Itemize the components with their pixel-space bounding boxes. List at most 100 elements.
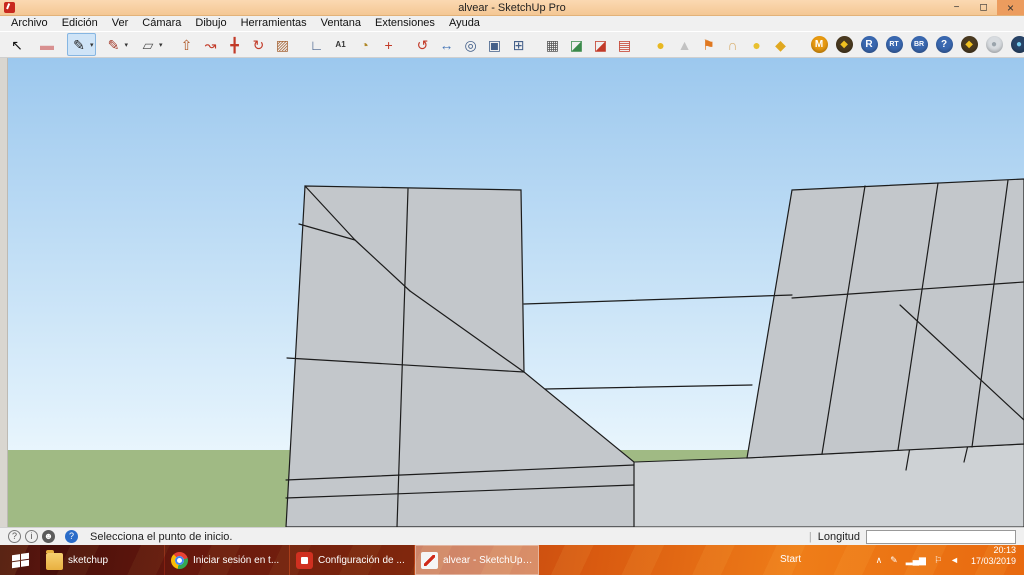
windows-logo-icon (11, 552, 29, 568)
start-button[interactable] (0, 545, 40, 575)
rectangle-tool[interactable]: ▱ ▾ (136, 33, 165, 56)
window-controls: − ◻ × (943, 0, 1024, 15)
plugin-m-button-icon: M (810, 36, 828, 53)
line-tool[interactable]: ✎ ▾ (67, 33, 96, 56)
measurement-label: Longitud (817, 530, 860, 543)
help-circle-icon[interactable]: ? (8, 530, 21, 543)
tray-signal-icon[interactable]: ▂▄▆ (906, 555, 926, 565)
plugin-flag-button[interactable]: ⚑ (697, 33, 721, 56)
tape-measure-tool[interactable]: ∟ (305, 33, 329, 56)
restore-button[interactable]: ◻ (970, 0, 997, 15)
zoom-extents-tool[interactable]: ⊞ (507, 33, 531, 56)
user-circle-icon[interactable]: ☻ (42, 530, 55, 543)
orbit-tool[interactable]: ↺ (411, 33, 435, 56)
scale-tool[interactable]: ▨ (271, 33, 295, 56)
section-display-toggle[interactable]: ◪ (589, 33, 613, 56)
statusbar-icons: ? i ☻? (8, 530, 78, 543)
plugin-diamond-button-2[interactable]: ◆ (957, 33, 982, 56)
freehand-tool[interactable]: ✎ ▾ (102, 33, 131, 56)
info-circle-icon[interactable]: i (25, 530, 38, 543)
viewport-left-gutter (0, 58, 8, 527)
menu-extensiones[interactable]: Extensiones (368, 16, 442, 31)
tray-pen-icon[interactable]: ✎ (890, 555, 898, 565)
sketchup-logo-icon (4, 2, 15, 13)
taskbar-item-sketchup-folder[interactable]: sketchup (40, 545, 164, 575)
plugin-coin-button-icon: ● (752, 36, 761, 53)
tray-volume-icon[interactable]: ◄ (950, 555, 959, 565)
plugin-rt-button[interactable]: RT (882, 33, 907, 56)
taskbar-item-sketchup-app[interactable]: alvear - SketchUp ... (415, 545, 539, 575)
minimize-button[interactable]: − (943, 0, 970, 15)
plugin-globe-button[interactable]: ● (982, 33, 1007, 56)
zoom-window-tool-icon: ▣ (487, 36, 502, 53)
pushpull-tool[interactable]: ⇧ (175, 33, 199, 56)
menu-herramientas[interactable]: Herramientas (234, 16, 314, 31)
followme-tool[interactable]: ↝ (199, 33, 223, 56)
plugin-cone-button[interactable]: ▲ (673, 33, 697, 56)
tray-chevron-up-icon[interactable]: ∧ (876, 555, 883, 565)
plugin-flag-button-icon: ⚑ (702, 36, 715, 53)
menu-ventana[interactable]: Ventana (314, 16, 368, 31)
scale-tool-icon: ▨ (275, 36, 290, 53)
axes-tool[interactable]: + (377, 33, 401, 56)
taskbar-clock[interactable]: 20:13 17/03/2019 (971, 545, 1016, 575)
plugin-world-button[interactable]: ● (1007, 33, 1024, 56)
viewport-canvas[interactable] (0, 58, 1024, 527)
protractor-tool[interactable]: ◔ (353, 33, 377, 56)
rotate-tool[interactable]: ↻ (247, 33, 271, 56)
plugin-help-button[interactable]: ? (932, 33, 957, 56)
taskbar-item-label: alvear - SketchUp ... (443, 554, 533, 566)
plugin-r-button[interactable]: R (857, 33, 882, 56)
freehand-tool-dropdown-caret[interactable]: ▾ (125, 41, 129, 49)
plugin-br-button[interactable]: BR (907, 33, 932, 56)
plugin-diamond-button-2-icon: ◆ (960, 36, 978, 53)
line-tool-dropdown-caret[interactable]: ▾ (90, 41, 94, 49)
zoom-tool[interactable]: ◎ (459, 33, 483, 56)
close-button[interactable]: × (997, 0, 1024, 15)
menu-dibujo[interactable]: Dibujo (188, 16, 233, 31)
plugin-coin-button[interactable]: ● (745, 33, 769, 56)
tray-flag-icon[interactable]: ⚐ (934, 555, 942, 565)
taskbar-items: sketchup Iniciar sesión en t... Configurac… (40, 545, 540, 575)
taskbar-item-chrome[interactable]: Iniciar sesión en t... (165, 545, 289, 575)
start-text: Start (780, 554, 802, 565)
section-cut-toggle[interactable]: ▤ (613, 33, 637, 56)
section-plane-tool[interactable]: ◪ (565, 33, 589, 56)
zoom-extents-tool-icon: ⊞ (512, 36, 525, 53)
plugin-m-button[interactable]: M (807, 33, 832, 56)
styles-tool-icon: ▦ (545, 36, 560, 53)
toolbar: ↖ ▬ ✎ ▾ ✎ ▾ ▱ ▾ ⇧ ↝ ╋ ↻ ▨ ∟ A1 ◔ + ↺ ↔ ◎ ▣ ⊞ ▦ ◪ ◪ ▤ ● ▲ ⚑ ∩ ● ◆ M ◆ R RT BR… (0, 31, 1024, 58)
pan-tool[interactable]: ↔ (435, 33, 459, 56)
menu-camara[interactable]: Cámara (135, 16, 188, 31)
freehand-tool-icon: ✎ (107, 36, 120, 53)
styles-tool[interactable]: ▦ (541, 33, 565, 56)
menu-bar: Archivo Edición Ver Cámara Dibujo Herramienta… (0, 16, 1024, 31)
model-geometry (0, 58, 1024, 527)
section-cut-toggle-icon: ▤ (617, 36, 632, 53)
dimension-tool[interactable]: A1 (329, 33, 353, 56)
question-badge-icon[interactable]: ? (65, 530, 78, 543)
rectangle-tool-dropdown-caret[interactable]: ▾ (159, 41, 163, 49)
plugin-sphere-button[interactable]: ● (649, 33, 673, 56)
menu-ayuda[interactable]: Ayuda (442, 16, 487, 31)
plugin-pick-button[interactable]: ◆ (769, 33, 793, 56)
zoom-window-tool[interactable]: ▣ (483, 33, 507, 56)
system-tray: ∧ ✎ ▂▄▆ ⚐ ◄ (876, 545, 959, 575)
taskbar-item-config[interactable]: Configuración de ... (290, 545, 414, 575)
statusbar-divider: | (808, 530, 812, 543)
plugin-cone-button-icon: ▲ (677, 36, 692, 53)
move-tool[interactable]: ╋ (223, 33, 247, 56)
plugin-sphere-button-icon: ● (656, 36, 665, 53)
plugin-diamond-button-1[interactable]: ◆ (832, 33, 857, 56)
plugin-dome-button[interactable]: ∩ (721, 33, 745, 56)
eraser-tool[interactable]: ▬ (35, 33, 59, 56)
menu-archivo[interactable]: Archivo (4, 16, 55, 31)
clock-time: 20:13 (993, 545, 1016, 555)
select-tool[interactable]: ↖ (5, 33, 29, 56)
menu-ver[interactable]: Ver (105, 16, 136, 31)
section-display-toggle-icon: ◪ (593, 36, 608, 53)
measurement-input[interactable] (866, 529, 1016, 544)
taskbar-item-label: Configuración de ... (318, 554, 405, 566)
line-tool-icon: ✎ (73, 36, 85, 53)
menu-edicion[interactable]: Edición (55, 16, 105, 31)
